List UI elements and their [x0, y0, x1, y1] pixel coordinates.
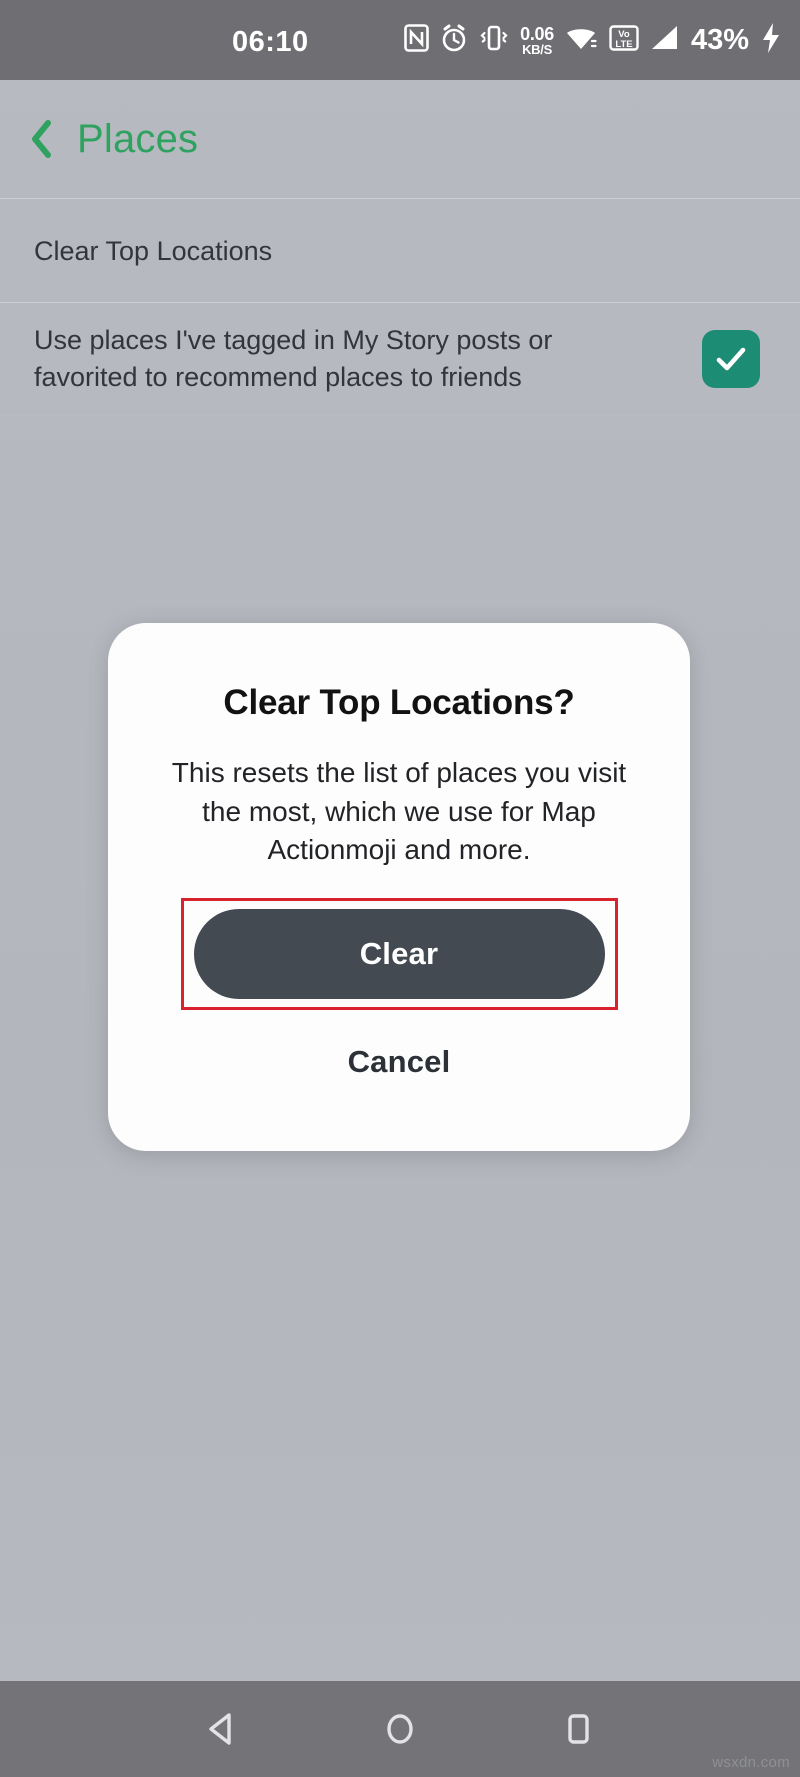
clear-button[interactable]: Clear [193, 908, 605, 999]
wifi-icon [565, 24, 598, 57]
nav-home-button[interactable] [345, 1681, 455, 1777]
phone-screen: 06:10 0.06 KB/S Vo LTE 43% Places Clear … [0, 0, 800, 1777]
triangle-back-icon [209, 1713, 231, 1745]
watermark: wsxdn.com [712, 1754, 790, 1771]
net-speed-indicator: 0.06 KB/S [520, 25, 554, 56]
check-icon [716, 347, 746, 371]
clear-top-locations-label: Clear Top Locations [34, 235, 273, 266]
dialog-message: This resets the list of places you visit… [171, 757, 627, 866]
clear-button-highlight: Clear [180, 897, 618, 1010]
dialog-title: Clear Top Locations? [223, 683, 575, 722]
recommend-places-checkbox[interactable] [702, 330, 760, 388]
battery-percent: 43% [690, 23, 749, 56]
cancel-button[interactable]: Cancel [348, 1044, 451, 1080]
cellular-signal-icon [650, 24, 680, 57]
setting-row-clear-top-locations[interactable]: Clear Top Locations [0, 199, 800, 303]
circle-home-icon [387, 1714, 413, 1744]
nfc-icon [404, 23, 429, 57]
charging-bolt-icon [760, 22, 782, 59]
square-recents-icon [568, 1714, 589, 1744]
nav-recents-button[interactable] [523, 1681, 633, 1777]
alarm-icon [440, 23, 468, 58]
chevron-left-icon[interactable] [26, 119, 56, 159]
vibrate-icon [479, 24, 509, 57]
status-icon-tray: 0.06 KB/S Vo LTE 43% [404, 0, 782, 80]
nav-back-button[interactable] [166, 1681, 276, 1777]
divider-row-bottom [0, 415, 800, 416]
volte-icon: Vo LTE [609, 24, 639, 57]
page-title: Places [77, 116, 199, 161]
app-header: Places [0, 80, 800, 198]
status-clock: 06:10 [232, 26, 309, 58]
status-bar: 06:10 0.06 KB/S Vo LTE 43% [0, 0, 800, 80]
system-nav-bar: wsxdn.com [0, 1681, 800, 1777]
clear-top-locations-dialog: Clear Top Locations? This resets the lis… [108, 623, 690, 1151]
net-speed-unit: KB/S [522, 41, 552, 57]
recommend-places-label: Use places I've tagged in My Story posts… [34, 324, 553, 392]
net-speed-value: 0.06 [520, 23, 554, 44]
svg-text:LTE: LTE [615, 39, 632, 50]
setting-row-recommend-places[interactable]: Use places I've tagged in My Story posts… [0, 303, 800, 415]
